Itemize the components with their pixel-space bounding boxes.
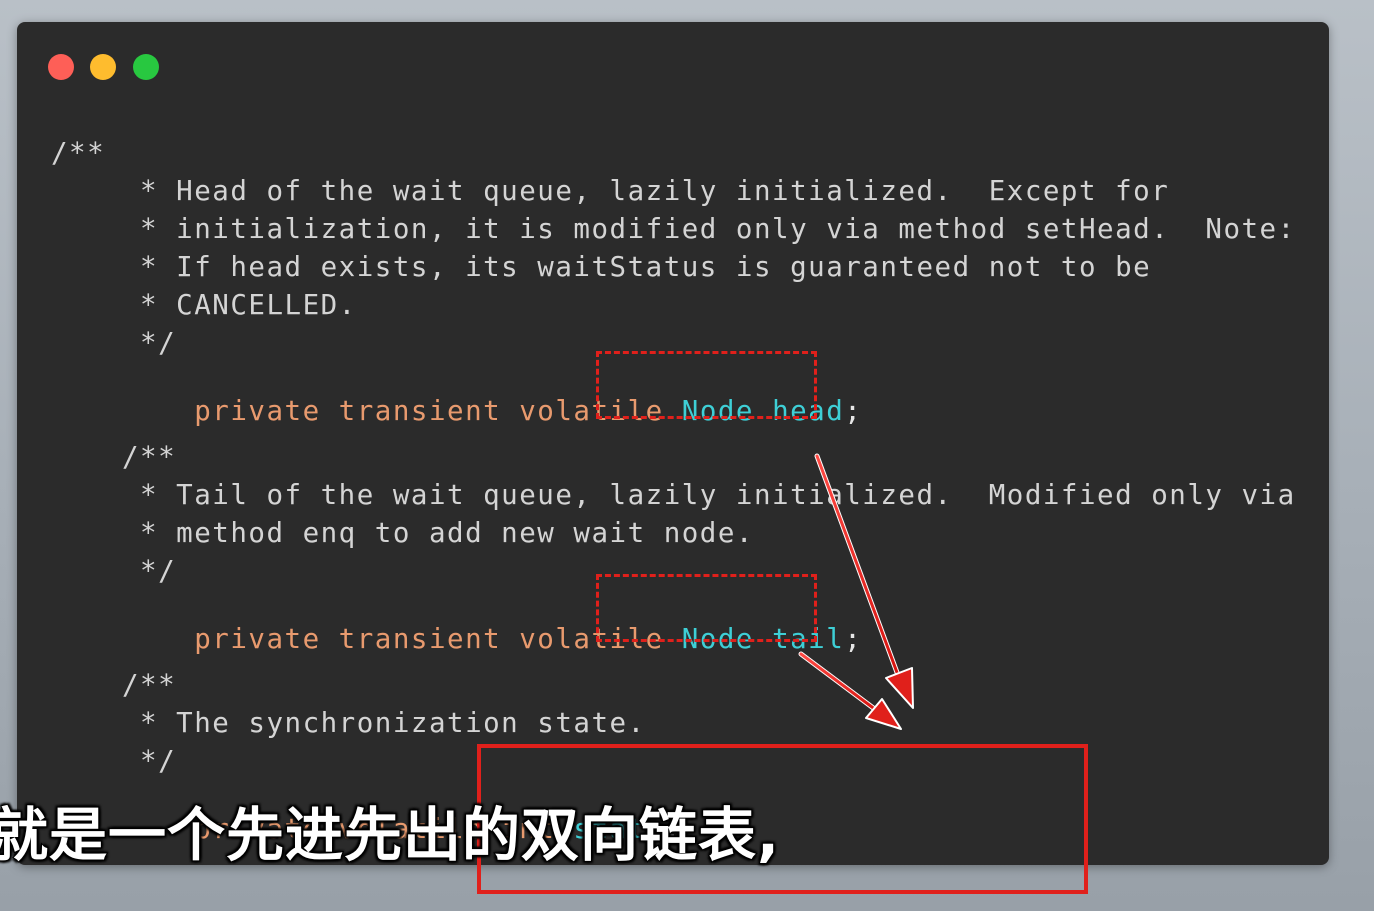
maximize-window-button[interactable] [133,54,159,80]
head-semicolon: ; [844,395,863,427]
state-comment-open: /** [122,669,177,701]
tail-dashed-highlight [596,574,817,642]
head-comment-close: */ [122,327,177,359]
tail-comment-close: */ [122,555,177,587]
head-comment-line-3: * If head exists, its waitStatus is guar… [122,251,1152,283]
head-dashed-highlight [596,351,817,419]
subtitle: 就是一个先进先出的双向链表, [0,795,1374,875]
head-comment-line-1: * Head of the wait queue, lazily initial… [122,175,1170,207]
minimize-window-button[interactable] [90,54,116,80]
head-comment-open: /** [51,137,106,169]
head-comment-line-4: * CANCELLED. [122,289,357,321]
state-comment-line-1: * The synchronization state. [122,707,646,739]
state-comment-close: */ [122,745,177,777]
close-window-button[interactable] [48,54,74,80]
tail-comment-line-2: * method enq to add new wait node. [122,517,754,549]
tail-comment-line-1: * Tail of the wait queue, lazily initial… [122,479,1296,511]
code-window: /** * Head of the wait queue, lazily ini… [17,22,1329,865]
subtitle-text: 就是一个先进先出的双向链表, [0,800,781,870]
tail-semicolon: ; [844,623,863,655]
tail-comment-open: /** [122,441,177,473]
head-comment-line-2: * initialization, it is modified only vi… [122,213,1296,245]
